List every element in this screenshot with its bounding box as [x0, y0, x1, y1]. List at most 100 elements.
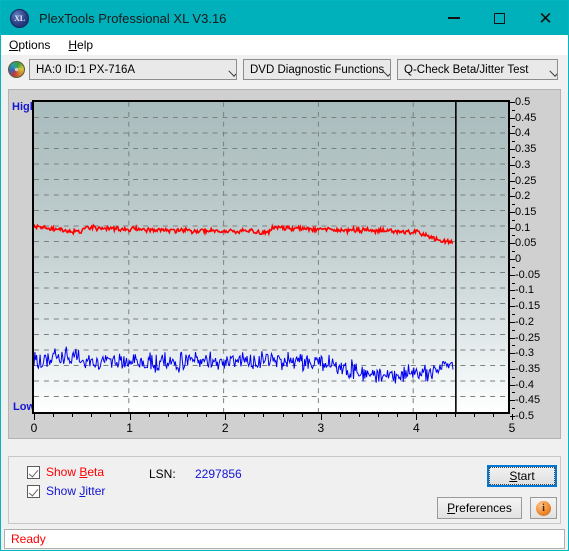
- x-axis-minor-tick: [91, 414, 93, 417]
- menu-item-options[interactable]: Options: [9, 38, 50, 52]
- y-axis-label: -0.2: [515, 315, 534, 328]
- lsn-value: 2297856: [195, 467, 242, 481]
- y-axis-minor-tick: [512, 282, 515, 284]
- plot-area[interactable]: [32, 100, 510, 414]
- vertical-gridlines: [128, 102, 414, 412]
- info-button[interactable]: i: [530, 497, 557, 519]
- preferences-button[interactable]: Preferences: [437, 497, 522, 519]
- y-axis-minor-tick: [512, 235, 515, 237]
- y-axis-label: 0.25: [515, 174, 537, 187]
- y-axis-label: 0.35: [515, 143, 537, 156]
- y-axis-minor-tick: [512, 298, 515, 300]
- start-button[interactable]: Start: [487, 465, 557, 487]
- menu-bar: Options Help: [1, 35, 568, 55]
- x-axis-minor-tick: [378, 414, 380, 417]
- test-select-value: Q-Check Beta/Jitter Test: [404, 63, 529, 76]
- plextools-window: XL PlexTools Professional XL V3.16 ✕ Opt…: [0, 0, 569, 551]
- x-axis-minor-tick: [435, 414, 437, 417]
- y-axis-label: 0.1: [515, 221, 531, 234]
- x-axis-minor-tick: [492, 414, 494, 417]
- x-axis-label: 2: [221, 421, 229, 435]
- x-axis-minor-tick: [72, 414, 74, 417]
- plot-svg: [34, 102, 508, 412]
- show-beta-checkbox[interactable]: [27, 465, 40, 479]
- y-axis-label: -0.1: [515, 284, 534, 297]
- x-axis-label: 0: [30, 421, 38, 435]
- y-axis-label: 0: [515, 253, 522, 265]
- y-axis-minor-tick: [512, 172, 515, 174]
- show-jitter-row[interactable]: Show Jitter: [27, 484, 105, 498]
- function-select[interactable]: DVD Diagnostic Functions: [243, 59, 391, 80]
- show-beta-label: Show Beta: [46, 465, 105, 479]
- show-beta-row[interactable]: Show Beta: [27, 465, 104, 479]
- y-axis-minor-tick: [512, 156, 515, 158]
- start-button-label: Start: [489, 467, 555, 485]
- maximize-button[interactable]: [477, 1, 522, 35]
- y-axis-minor-tick: [512, 125, 515, 127]
- y-axis-label: 0.3: [515, 158, 531, 171]
- x-axis-minor-tick: [282, 414, 284, 417]
- y-axis-label: -0.25: [515, 331, 541, 344]
- preferences-button-label: Preferences: [447, 501, 512, 515]
- y-axis-minor-tick: [512, 313, 515, 315]
- app-icon: XL: [10, 8, 29, 28]
- x-axis-label: 1: [126, 421, 133, 435]
- test-select[interactable]: Q-Check Beta/Jitter Test: [397, 59, 558, 80]
- y-axis-minor-tick: [512, 188, 515, 190]
- y-axis-label: 0.45: [515, 111, 537, 124]
- y-axis-label: -0.4: [515, 378, 534, 391]
- x-axis-minor-tick: [339, 414, 341, 417]
- x-axis-minor-tick: [110, 414, 112, 417]
- drive-select[interactable]: HA:0 ID:1 PX-716A: [29, 59, 237, 80]
- menu-item-help[interactable]: Help: [68, 38, 93, 52]
- y-axis-minor-tick: [512, 204, 515, 206]
- y-axis-minor-tick: [512, 376, 515, 378]
- y-axis-minor-tick: [512, 408, 515, 410]
- x-axis-tick: [34, 414, 35, 420]
- x-axis-minor-tick: [301, 414, 303, 417]
- x-axis-minor-tick: [263, 414, 265, 417]
- y-axis-label: 0.15: [515, 205, 537, 218]
- toolbar: HA:0 ID:1 PX-716A DVD Diagnostic Functio…: [1, 55, 568, 84]
- y-axis-minor-tick: [512, 109, 515, 111]
- x-axis-minor-tick: [359, 414, 361, 417]
- controls-panel: Show Beta Show Jitter LSN: 2297856 Start…: [8, 456, 561, 524]
- x-axis-tick: [320, 414, 322, 420]
- x-axis-minor-tick: [206, 414, 208, 417]
- y-axis-label: -0.35: [515, 362, 541, 375]
- minimize-button[interactable]: [431, 1, 476, 35]
- y-axis-label: 0.2: [515, 190, 531, 203]
- x-axis-minor-tick: [473, 414, 475, 417]
- y-axis-minor-tick: [512, 392, 515, 394]
- show-jitter-checkbox[interactable]: [27, 484, 40, 498]
- show-jitter-label: Show Jitter: [46, 484, 106, 498]
- x-axis-tick: [416, 414, 418, 420]
- y-axis-minor-tick: [512, 329, 515, 331]
- y-axis-minor-tick: [512, 251, 515, 253]
- y-axis-label: 0.5: [515, 96, 531, 108]
- lsn-label: LSN:: [149, 467, 176, 481]
- x-axis-label: 3: [317, 421, 325, 435]
- y-axis-minor-tick: [512, 266, 515, 268]
- status-text: Ready: [11, 532, 46, 546]
- x-axis-tick: [225, 414, 227, 420]
- title-bar: XL PlexTools Professional XL V3.16 ✕: [1, 1, 568, 35]
- y-axis-minor-tick: [512, 219, 515, 221]
- y-axis-minor-tick: [512, 141, 515, 143]
- x-axis-tick: [512, 414, 513, 420]
- x-axis-label: 5: [508, 421, 516, 435]
- x-axis-minor-tick: [244, 414, 246, 417]
- window-title: PlexTools Professional XL V3.16: [39, 10, 227, 26]
- y-axis-label: -0.3: [515, 347, 534, 360]
- chart-panel: High Low 0.5 0.45 0.4 0.35 0.3 0.25 0.2 0.15 0.1…: [8, 89, 561, 439]
- disc-icon: [8, 61, 25, 78]
- beta-series: [34, 223, 454, 246]
- y-axis-minor-tick: [512, 361, 515, 363]
- y-axis-label: -0.15: [515, 300, 541, 313]
- close-icon[interactable]: ✕: [523, 1, 568, 35]
- x-axis-minor-tick: [167, 414, 169, 417]
- y-axis-label: -0.05: [515, 268, 541, 281]
- x-axis-minor-tick: [454, 414, 456, 417]
- y-axis-minor-tick: [512, 345, 515, 347]
- y-axis-label: 0.4: [515, 127, 531, 140]
